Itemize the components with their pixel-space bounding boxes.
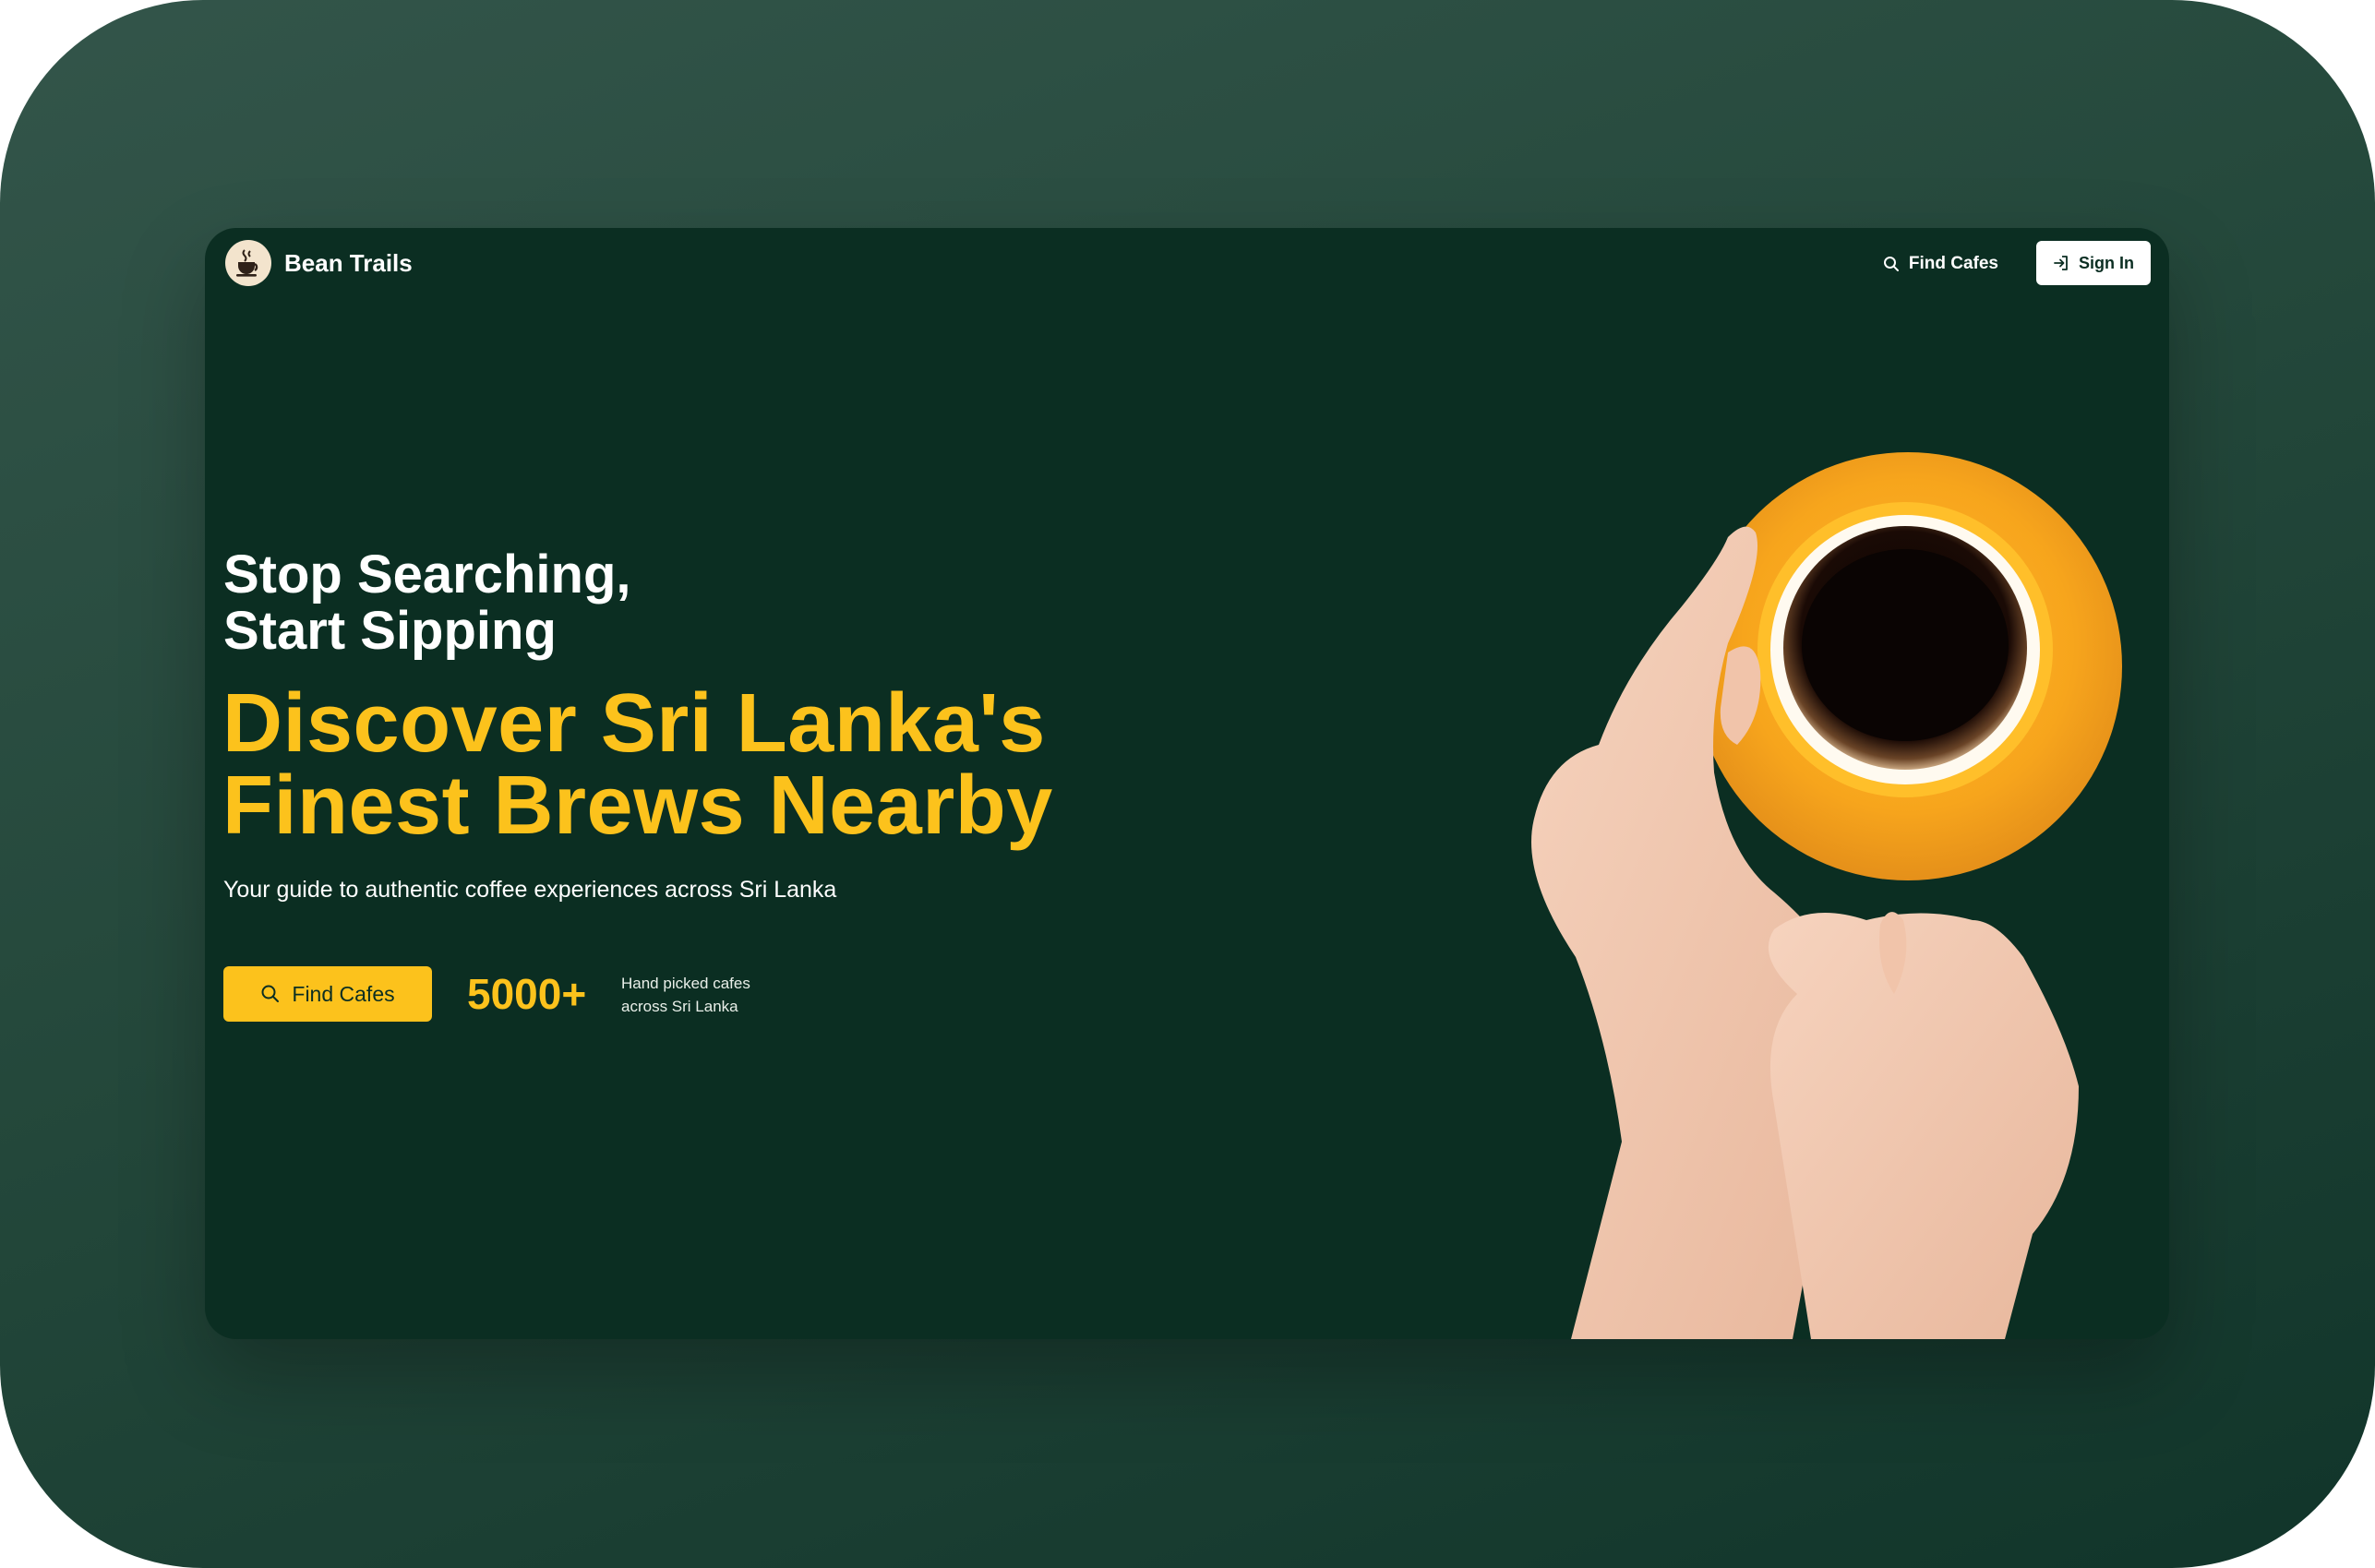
coffee-cup-icon [225,240,271,286]
hero-subtitle: Your guide to authentic coffee experienc… [223,877,837,903]
search-icon [261,985,280,1002]
cafe-count-label: Hand picked cafes across Sri Lanka [621,972,806,1018]
top-nav: Bean Trails Find Cafes Sign In [205,228,2169,320]
app-frame: Bean Trails Find Cafes Sign In Stop Sear… [0,0,2375,1568]
hero-kicker: Stop Searching, Start Sipping [223,546,1054,659]
stat-label-line-1: Hand picked cafes [621,975,750,992]
brand-name: Bean Trails [284,248,413,277]
landing-page: Bean Trails Find Cafes Sign In Stop Sear… [205,228,2169,1339]
kicker-line-2: Start Sipping [223,601,557,661]
cafe-count: 5000+ [467,970,587,1018]
nav-find-cafes-link[interactable]: Find Cafes [1883,254,1998,274]
search-icon [1883,257,1899,271]
stat-label-line-2: across Sri Lanka [621,998,738,1015]
hands-holding-coffee-image [1531,452,2122,1339]
brand[interactable]: Bean Trails [225,240,413,286]
sign-in-icon [2054,256,2068,270]
sign-in-label: Sign In [2079,253,2134,272]
find-cafes-button[interactable]: Find Cafes [223,966,432,1022]
headline-line-2: Finest Brews Nearby [222,760,1053,852]
nav-find-cafes-label: Find Cafes [1908,254,1998,273]
headline-line-1: Discover Sri Lanka's [222,677,1046,770]
find-cafes-label: Find Cafes [292,981,395,1006]
hero-headline: Discover Sri Lanka's Finest Brews Nearby [222,677,1256,852]
sign-in-button[interactable]: Sign In [2036,241,2151,285]
kicker-line-1: Stop Searching, [223,545,631,604]
